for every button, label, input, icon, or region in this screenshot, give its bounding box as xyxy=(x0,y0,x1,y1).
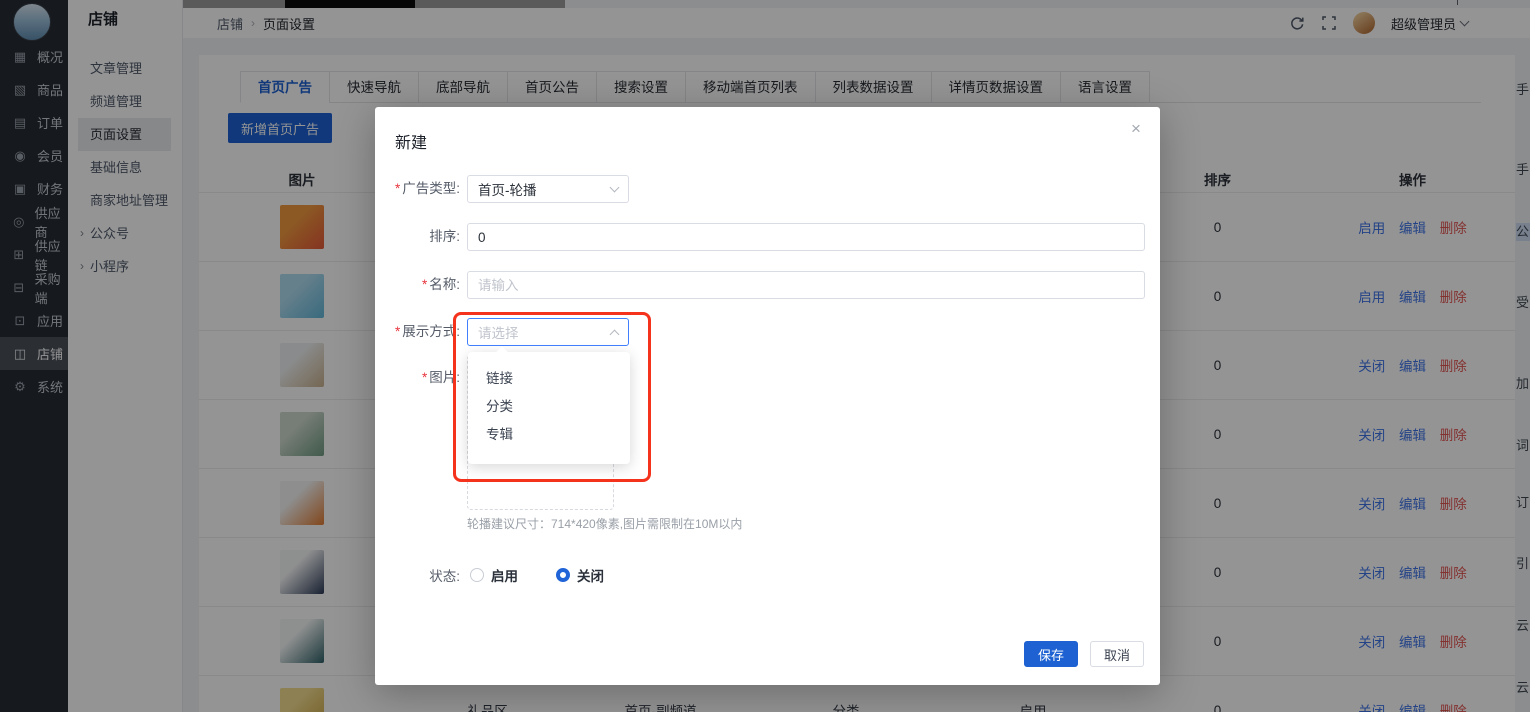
close-icon[interactable]: × xyxy=(1126,119,1146,139)
ad-type-label: *广告类型: xyxy=(375,175,460,203)
modal-title: 新建 xyxy=(395,129,427,153)
status-label: 状态: xyxy=(375,565,460,585)
cancel-button[interactable]: 取消 xyxy=(1090,641,1144,667)
display-mode-select[interactable]: 请选择 xyxy=(467,318,629,346)
status-enable-label: 启用 xyxy=(491,565,518,585)
save-button[interactable]: 保存 xyxy=(1024,641,1078,667)
chevron-down-icon xyxy=(610,183,620,193)
display-mode-placeholder: 请选择 xyxy=(478,322,611,342)
dropdown-option[interactable]: 链接 xyxy=(468,365,630,393)
sort-input[interactable] xyxy=(467,223,1145,251)
display-mode-label: *展示方式: xyxy=(375,318,460,346)
status-radio-disable[interactable]: 关闭 xyxy=(556,565,604,585)
name-label: *名称: xyxy=(375,271,460,299)
dropdown-option[interactable]: 专辑 xyxy=(468,421,630,449)
display-mode-dropdown: 链接 分类 专辑 xyxy=(468,352,630,464)
ad-type-select-value: 首页-轮播 xyxy=(478,179,611,199)
radio-icon xyxy=(470,568,484,582)
status-field: 状态: 启用 关闭 xyxy=(375,563,604,587)
new-ad-modal: 新建 × *广告类型: 首页-轮播 排序: *名称: *展示方式: 请选择 *图… xyxy=(375,107,1160,685)
status-radio-enable[interactable]: 启用 xyxy=(470,565,518,585)
chevron-up-icon xyxy=(610,329,620,339)
upload-hint: 轮播建议尺寸：714*420像素,图片需限制在10M以内 xyxy=(467,515,742,532)
sort-label: 排序: xyxy=(375,223,460,251)
radio-icon xyxy=(556,568,570,582)
name-input[interactable] xyxy=(467,271,1145,299)
status-disable-label: 关闭 xyxy=(577,565,604,585)
ad-type-select[interactable]: 首页-轮播 xyxy=(467,175,629,203)
dropdown-option[interactable]: 分类 xyxy=(468,393,630,421)
dropdown-notch xyxy=(496,346,507,357)
image-label: *图片: xyxy=(375,364,460,392)
modal-footer: 保存 取消 xyxy=(375,641,1160,667)
